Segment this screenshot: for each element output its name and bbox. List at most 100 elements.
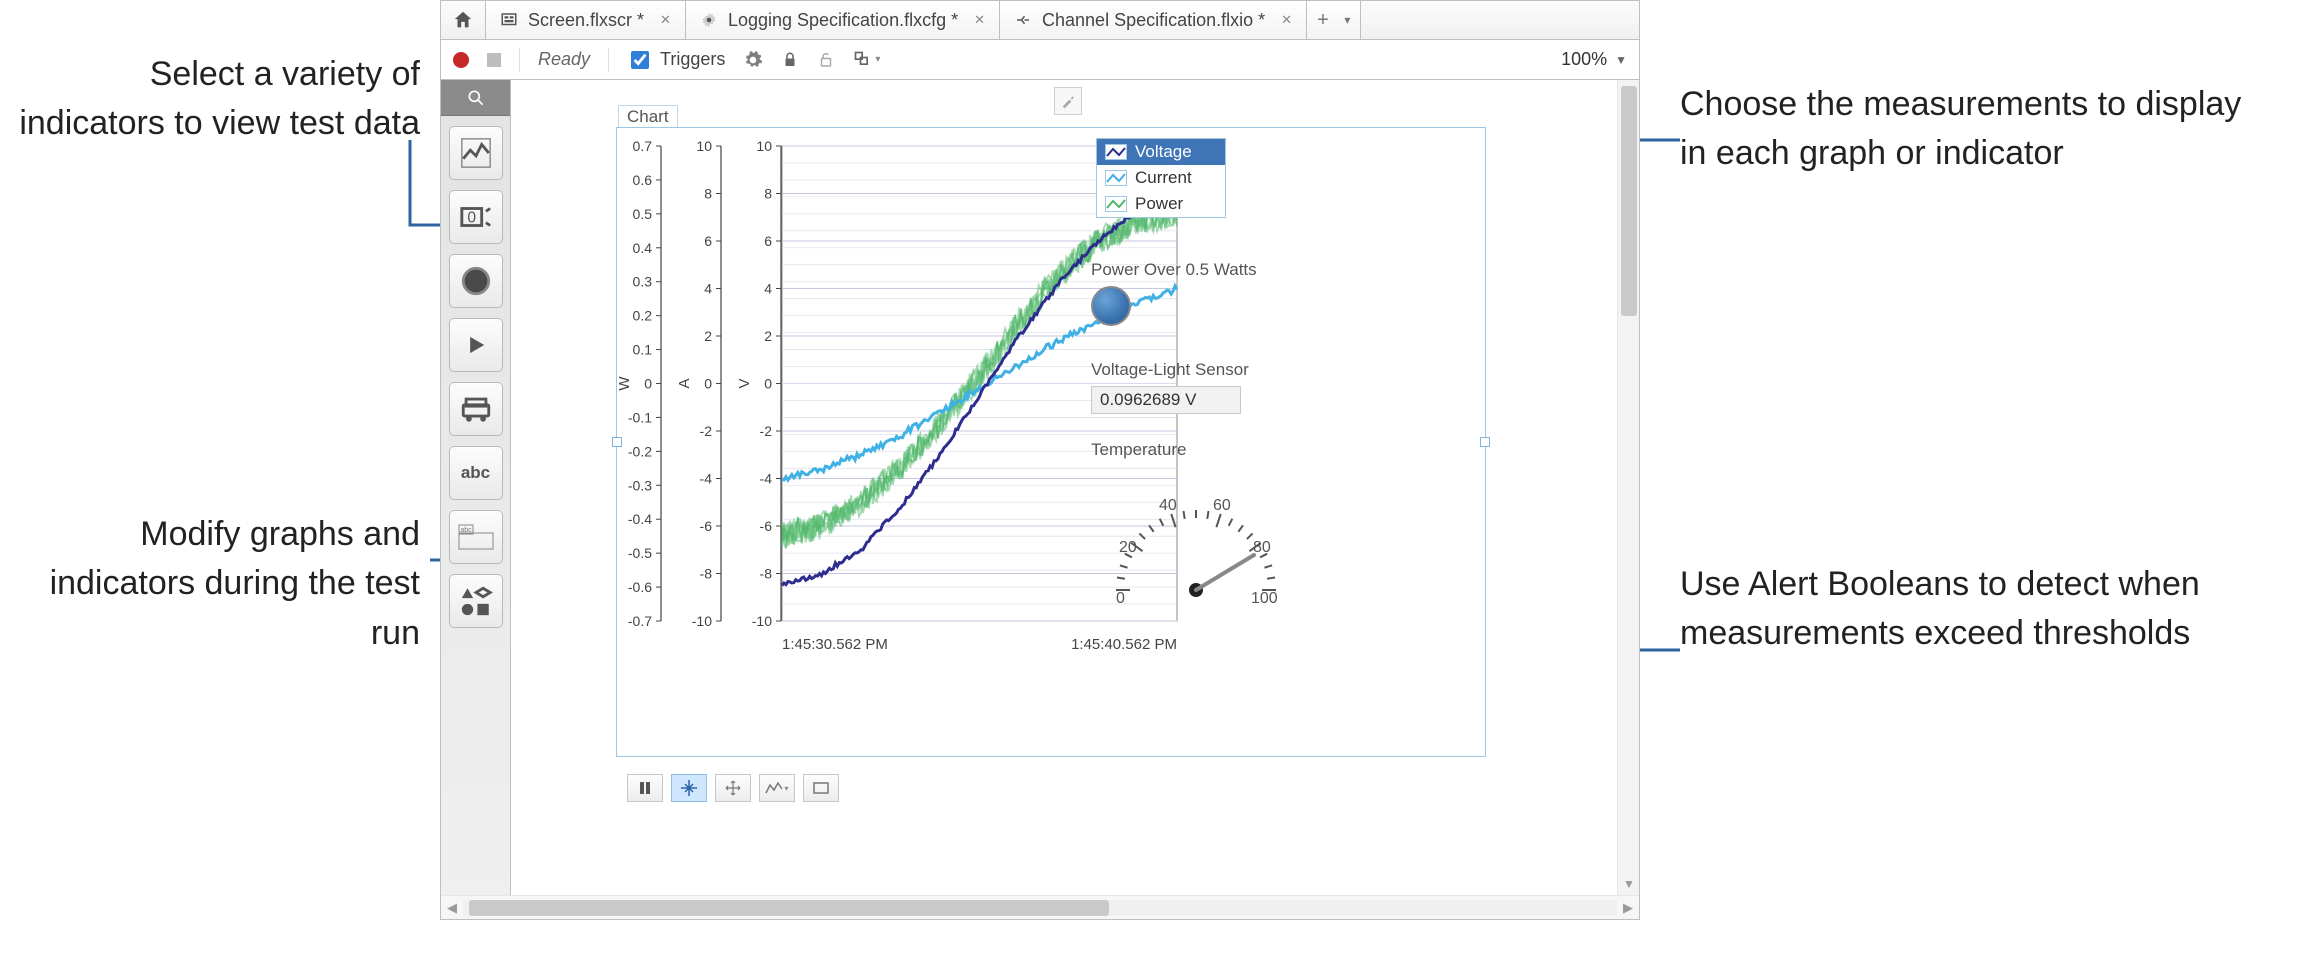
- legend-power[interactable]: Power: [1097, 191, 1225, 217]
- chart-toolbar: ▾: [627, 774, 839, 802]
- tool-chart[interactable]: [449, 126, 503, 180]
- svg-text:2: 2: [704, 328, 712, 344]
- svg-text:-8: -8: [700, 566, 713, 582]
- tab-add[interactable]: + ▾: [1307, 1, 1361, 39]
- svg-text:0.4: 0.4: [633, 240, 653, 256]
- svg-text:-0.6: -0.6: [628, 579, 652, 595]
- tab-logging[interactable]: Logging Specification.flxcfg * ✕: [686, 1, 1000, 39]
- light-sensor-indicator[interactable]: Voltage-Light Sensor 0.0962689 V: [1091, 360, 1249, 414]
- tool-play[interactable]: [449, 318, 503, 372]
- gear-icon: [743, 50, 763, 70]
- screen-tab-icon: [500, 11, 518, 29]
- svg-text:40: 40: [1159, 497, 1177, 514]
- zoom-value: 100%: [1561, 49, 1607, 70]
- svg-text:V: V: [736, 378, 753, 388]
- svg-text:6: 6: [704, 233, 712, 249]
- tool-shapes[interactable]: [449, 574, 503, 628]
- led-icon: [1091, 286, 1131, 326]
- pause-button[interactable]: [627, 774, 663, 802]
- svg-text:-10: -10: [752, 613, 772, 629]
- svg-text:-2: -2: [760, 423, 773, 439]
- indicator-label: Temperature: [1091, 440, 1301, 460]
- tab-channel[interactable]: Channel Specification.flxio *✕: [1000, 1, 1307, 39]
- close-icon[interactable]: ✕: [660, 12, 671, 28]
- tool-vehicle[interactable]: [449, 382, 503, 436]
- zoom-control[interactable]: 100% ▼: [1561, 49, 1627, 70]
- tab-screen[interactable]: Screen.flxscr *✕: [486, 1, 686, 39]
- wand-icon: [1060, 93, 1076, 109]
- svg-text:-6: -6: [700, 518, 713, 534]
- settings-button[interactable]: [743, 50, 763, 70]
- svg-text:2: 2: [764, 328, 772, 344]
- autoscale-button[interactable]: ▾: [759, 774, 795, 802]
- svg-text:-0.1: -0.1: [628, 409, 652, 425]
- text-icon: abc: [461, 463, 490, 483]
- svg-text:8: 8: [764, 186, 772, 202]
- triggers-checkbox[interactable]: Triggers: [627, 48, 725, 72]
- svg-text:1:45:40.562 PM: 1:45:40.562 PM: [1071, 636, 1177, 653]
- status-text: Ready: [538, 49, 590, 70]
- palette-search[interactable]: [441, 80, 510, 116]
- svg-text:-6: -6: [760, 518, 773, 534]
- svg-text:20: 20: [1119, 539, 1137, 556]
- led-icon: [459, 264, 493, 298]
- power-alert-indicator[interactable]: Power Over 0.5 Watts: [1091, 260, 1257, 326]
- chart[interactable]: -0.7-0.6-0.5-0.4-0.3-0.2-0.100.10.20.30.…: [616, 127, 1486, 757]
- svg-text:60: 60: [1213, 497, 1231, 514]
- chart-title[interactable]: Chart: [618, 105, 678, 129]
- triggers-input[interactable]: [631, 51, 649, 69]
- temperature-gauge[interactable]: Temperature 0 20 40 60 80 100: [1091, 440, 1301, 615]
- svg-text:-8: -8: [760, 566, 773, 582]
- arrange-icon: [853, 50, 873, 70]
- close-icon[interactable]: ✕: [974, 12, 985, 28]
- separator: [608, 48, 609, 72]
- legend-voltage[interactable]: Voltage: [1097, 139, 1225, 165]
- svg-text:4: 4: [764, 281, 772, 297]
- cursor-button[interactable]: [803, 774, 839, 802]
- svg-text:8: 8: [704, 186, 712, 202]
- scroll-left-icon[interactable]: ◀: [441, 900, 463, 916]
- vertical-scrollbar[interactable]: ▼: [1617, 80, 1639, 895]
- canvas[interactable]: Chart -0.7-0.6-0.5-0.4-0.3-0.2-0.100.10.…: [511, 80, 1617, 895]
- svg-text:-0.3: -0.3: [628, 477, 652, 493]
- indicator-label: Voltage-Light Sensor: [1091, 360, 1249, 380]
- tool-numeric[interactable]: 0: [449, 190, 503, 244]
- svg-text:6: 6: [764, 233, 772, 249]
- scroll-right-icon[interactable]: ▶: [1617, 900, 1639, 916]
- record-button[interactable]: [453, 52, 469, 68]
- arrange-button[interactable]: ▾: [853, 50, 880, 70]
- svg-text:0.3: 0.3: [633, 274, 653, 290]
- crosshair-button[interactable]: [671, 774, 707, 802]
- svg-text:0: 0: [764, 376, 772, 392]
- stop-button[interactable]: [487, 53, 501, 67]
- unlock-button[interactable]: [817, 51, 835, 69]
- tab-label: Logging Specification.flxcfg *: [728, 10, 958, 31]
- chart-config-handle[interactable]: [1054, 87, 1082, 115]
- tool-label[interactable]: abc: [449, 510, 503, 564]
- svg-text:-4: -4: [760, 471, 773, 487]
- scrollbar-thumb[interactable]: [1621, 86, 1637, 316]
- svg-text:100: 100: [1251, 590, 1278, 607]
- pan-button[interactable]: [715, 774, 751, 802]
- scroll-down-icon[interactable]: ▼: [1621, 877, 1637, 893]
- indicator-label: Power Over 0.5 Watts: [1091, 260, 1257, 280]
- home-button[interactable]: [441, 1, 486, 39]
- scrollbar-thumb[interactable]: [469, 900, 1109, 916]
- crosshair-icon: [681, 780, 697, 796]
- pan-icon: [725, 780, 741, 796]
- chart-legend[interactable]: Voltage Current Power: [1096, 138, 1226, 218]
- close-icon[interactable]: ✕: [1281, 12, 1292, 28]
- lock-button[interactable]: [781, 51, 799, 69]
- tool-led[interactable]: [449, 254, 503, 308]
- legend-current[interactable]: Current: [1097, 165, 1225, 191]
- scroll-track[interactable]: [463, 900, 1617, 916]
- channel-icon: [1014, 11, 1032, 29]
- horizontal-scrollbar[interactable]: ◀ ▶: [441, 895, 1639, 919]
- svg-text:-0.4: -0.4: [628, 511, 652, 527]
- unlock-icon: [817, 51, 835, 69]
- svg-text:0.5: 0.5: [633, 206, 653, 222]
- svg-text:0: 0: [1116, 590, 1125, 607]
- search-icon: [466, 88, 486, 108]
- tool-text[interactable]: abc: [449, 446, 503, 500]
- svg-text:0.6: 0.6: [633, 172, 653, 188]
